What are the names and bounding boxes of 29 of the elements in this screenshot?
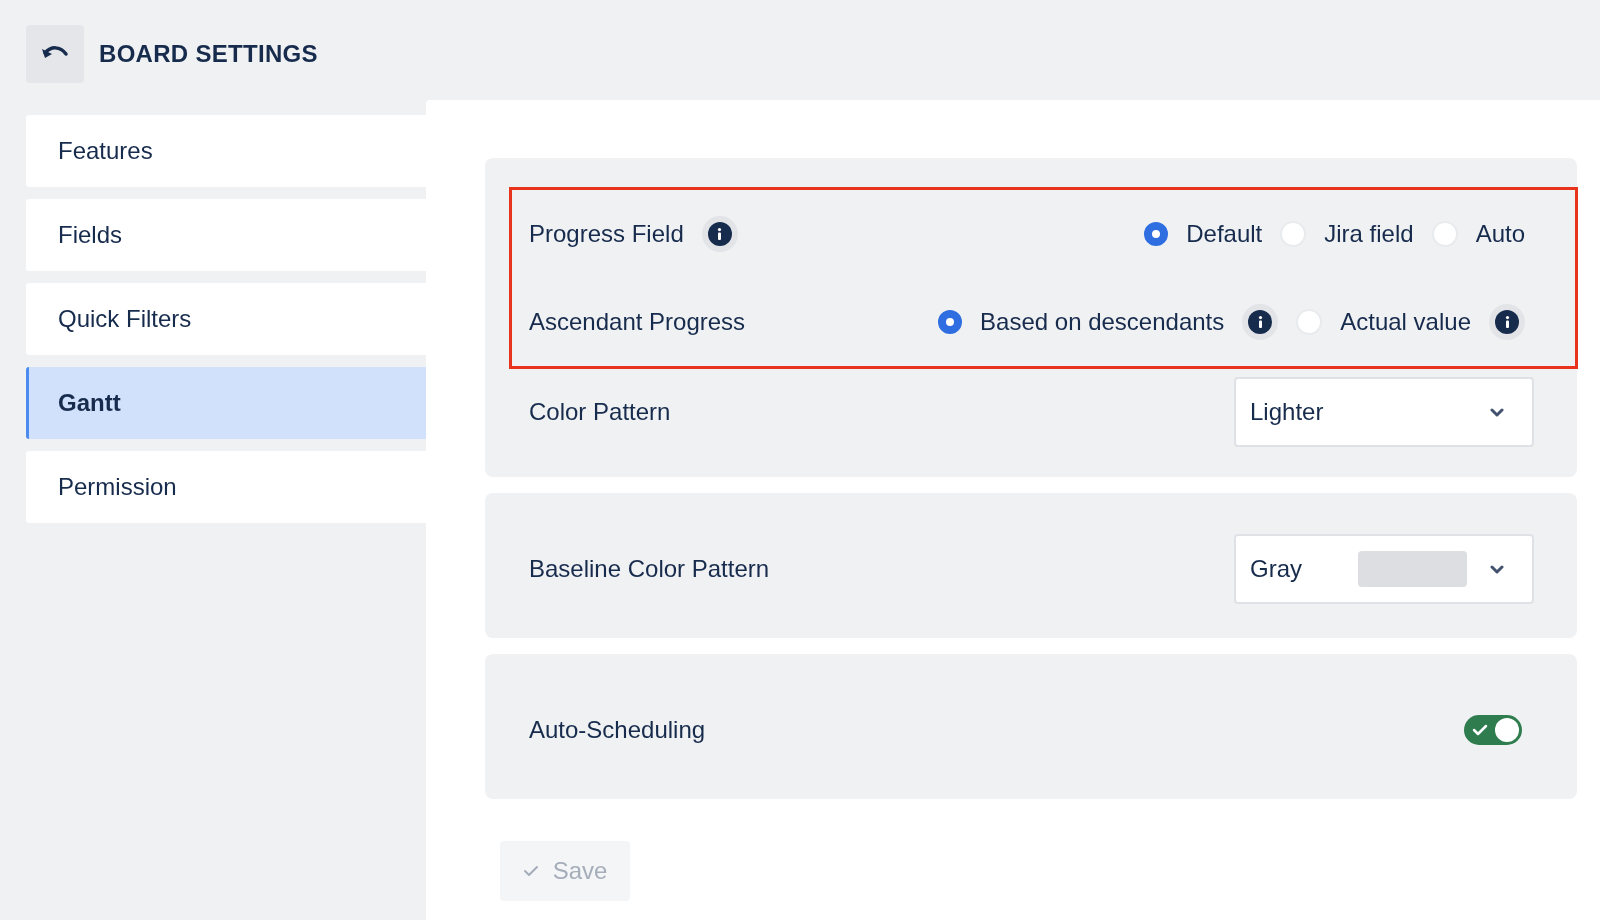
radio-button[interactable] [1144, 222, 1169, 246]
dropdown[interactable]: Gray [1234, 534, 1534, 604]
toggle-switch[interactable] [1464, 715, 1522, 745]
info-icon[interactable] [1489, 304, 1525, 340]
checkmark-icon [522, 865, 539, 877]
sidebar-item[interactable]: Fields [26, 199, 426, 271]
page-title: BOARD SETTINGS [99, 40, 318, 68]
setting-label: Color Pattern [529, 398, 671, 426]
info-icon[interactable] [1242, 304, 1279, 340]
radio-button[interactable] [938, 310, 963, 334]
chevron-down-icon [1490, 407, 1504, 417]
sidebar-item[interactable]: Permission [26, 451, 426, 523]
info-icon[interactable] [701, 216, 738, 252]
radio-label: Based on descendants [980, 308, 1225, 336]
radio-label: Auto [1475, 220, 1525, 248]
dropdown[interactable]: Lighter [1234, 377, 1534, 447]
radio-label: Actual value [1340, 308, 1471, 336]
sidebar-item[interactable]: Features [26, 115, 426, 187]
radio-label: Jira field [1324, 220, 1414, 248]
chevron-down-icon [1490, 564, 1504, 574]
setting-label: Baseline Color Pattern [529, 555, 770, 583]
sidebar-item[interactable]: Quick Filters [26, 283, 426, 355]
setting-label: Progress Field [529, 220, 684, 248]
radio-label: Default [1186, 220, 1263, 248]
back-button[interactable] [26, 25, 84, 83]
setting-label: Ascendant Progress [529, 308, 746, 336]
sidebar-item[interactable]: Gantt [26, 367, 426, 439]
setting-label: Auto-Scheduling [529, 716, 706, 744]
checkmark-icon [1472, 724, 1488, 736]
